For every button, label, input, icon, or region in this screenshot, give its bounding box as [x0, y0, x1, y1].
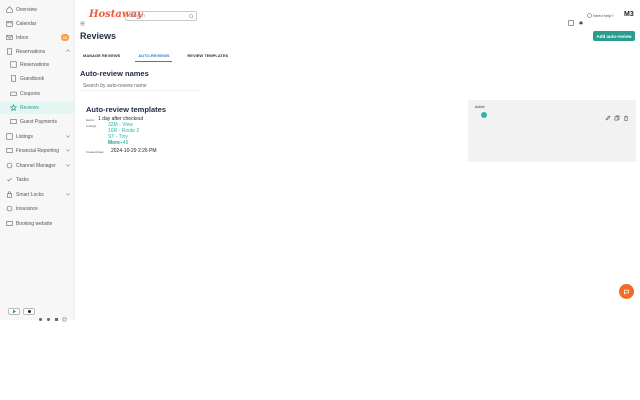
inbox-count-badge: 46 — [60, 34, 69, 41]
listings-label: Listings: — [86, 124, 98, 128]
sidebar-item-reservations[interactable]: Reservations — [0, 58, 75, 71]
tasks-icon — [6, 176, 13, 183]
sidebar-item-financial-reporting[interactable]: Financial Reporting — [0, 144, 75, 157]
chat-icon — [624, 289, 629, 295]
sidebar-item-insurance[interactable]: Insurance — [0, 202, 75, 215]
sidebar-item-inbox[interactable]: Inbox 46 — [0, 31, 75, 44]
support-chat-button[interactable] — [619, 284, 634, 299]
edit-icon[interactable] — [605, 108, 611, 121]
search-icon — [189, 14, 194, 19]
search-input[interactable]: Search — [125, 11, 197, 21]
coupon-icon — [10, 90, 17, 97]
sidebar-item-tasks[interactable]: Tasks — [0, 173, 75, 186]
tab-auto-reviews[interactable]: AUTO-REVIEWS — [135, 50, 173, 62]
sidebar-item-booking-website[interactable]: Booking website — [0, 217, 75, 230]
finance-icon — [6, 147, 13, 154]
list-icon — [10, 61, 17, 68]
lock-icon — [6, 191, 13, 198]
add-auto-review-button[interactable]: Add auto-review — [593, 31, 635, 41]
sidebar-item-coupons[interactable]: Coupons — [0, 87, 75, 100]
reservations-icon — [6, 48, 13, 55]
help-icon — [587, 13, 592, 18]
star-icon — [10, 104, 17, 111]
sidebar-item-label: Financial Reporting — [16, 147, 60, 154]
more-label: More — [108, 140, 120, 146]
apps-icon[interactable] — [568, 13, 574, 26]
facebook-icon[interactable] — [46, 309, 51, 321]
chevron-up-icon — [65, 48, 71, 54]
search-placeholder: Search — [129, 13, 145, 19]
app-store-links — [8, 308, 67, 322]
sidebar-item-label: Channel Manager — [16, 162, 56, 169]
sidebar-item-reservations-group[interactable]: Reservations — [0, 45, 75, 58]
sidebar-item-label: Smart Locks — [16, 191, 44, 198]
copy-icon[interactable] — [614, 108, 620, 121]
home-icon — [6, 6, 13, 13]
channel-icon — [6, 162, 13, 169]
linkedin-icon[interactable] — [54, 309, 59, 321]
sidebar-item-guest-payments[interactable]: Guest Payments — [0, 115, 75, 128]
delete-icon[interactable] — [623, 108, 629, 121]
twitter-icon[interactable] — [38, 309, 43, 321]
insurance-icon — [6, 205, 13, 212]
sidebar-item-label: Guest Payments — [20, 118, 57, 125]
calendar-icon — [6, 20, 13, 27]
menu-icon[interactable] — [80, 13, 85, 26]
chevron-down-icon — [65, 147, 71, 153]
tabs: MANAGE REVIEWS AUTO-REVIEWS REVIEW TEMPL… — [80, 50, 243, 62]
sidebar-item-reviews[interactable]: Reviews — [0, 101, 75, 114]
google-play-icon[interactable] — [8, 308, 20, 315]
chevron-down-icon — [65, 191, 71, 197]
auto-review-names-heading: Auto-review names — [80, 69, 149, 78]
topbar: Hostaway Search Need help? M3 — [75, 0, 640, 30]
sidebar-item-label: Guestbook — [20, 75, 45, 82]
help-label: Need help? — [593, 13, 614, 18]
listings-icon — [6, 133, 13, 140]
sidebar-item-label: Overview — [16, 6, 37, 13]
tab-review-templates[interactable]: REVIEW TEMPLATES — [184, 50, 231, 62]
chevron-down-icon — [65, 133, 71, 139]
sidebar-item-guestbook[interactable]: Guestbook — [0, 72, 75, 85]
auto-review-search-input[interactable]: Search by auto-review name — [80, 82, 200, 91]
auto-review-card: Active — [468, 100, 636, 162]
website-icon — [6, 220, 13, 227]
apple-store-icon[interactable] — [23, 308, 35, 315]
active-label: Active — [475, 105, 485, 109]
sidebar: Overview Calendar Inbox 46 Reservations … — [0, 0, 75, 322]
tab-manage-reviews[interactable]: MANAGE REVIEWS — [80, 50, 123, 62]
help-link[interactable]: Need help? — [587, 13, 613, 18]
inbox-icon — [6, 34, 13, 41]
payment-icon — [10, 118, 17, 125]
sidebar-item-calendar[interactable]: Calendar — [0, 17, 75, 30]
sidebar-item-label: Listings — [16, 133, 33, 140]
sidebar-item-smart-locks[interactable]: Smart Locks — [0, 188, 75, 201]
sidebar-item-label: Booking website — [16, 220, 53, 227]
event-label: Event: — [86, 118, 95, 122]
sidebar-item-label: Insurance — [16, 205, 38, 212]
created-date-value: 2024-10-29 2:26 PM — [111, 148, 157, 154]
auto-review-templates-heading: Auto-review templates — [86, 105, 167, 114]
sidebar-item-channel-manager[interactable]: Channel Manager — [0, 159, 75, 172]
bell-icon[interactable] — [578, 13, 584, 25]
instagram-icon[interactable] — [62, 309, 67, 322]
sidebar-item-label: Tasks — [16, 176, 29, 183]
book-icon — [10, 75, 17, 82]
more-listings-link[interactable]: More+49 — [108, 140, 128, 146]
sidebar-item-label: Reviews — [20, 104, 39, 111]
auto-review-search-placeholder: Search by auto-review name — [83, 83, 147, 89]
page-title: Reviews — [80, 31, 117, 41]
sidebar-item-label: Reservations — [20, 61, 50, 68]
chevron-down-icon — [65, 162, 71, 168]
more-count: +49 — [119, 140, 129, 146]
sidebar-item-label: Reservations — [16, 48, 46, 55]
sidebar-item-overview[interactable]: Overview — [0, 3, 75, 16]
sidebar-item-label: Calendar — [16, 20, 37, 27]
sidebar-item-label: Coupons — [20, 90, 41, 97]
sidebar-item-listings[interactable]: Listings — [0, 130, 75, 143]
active-toggle[interactable] — [481, 112, 487, 118]
sidebar-item-label: Inbox — [16, 34, 29, 41]
avatar[interactable]: M3 — [624, 11, 634, 18]
created-date-label: Created date: — [86, 150, 105, 154]
